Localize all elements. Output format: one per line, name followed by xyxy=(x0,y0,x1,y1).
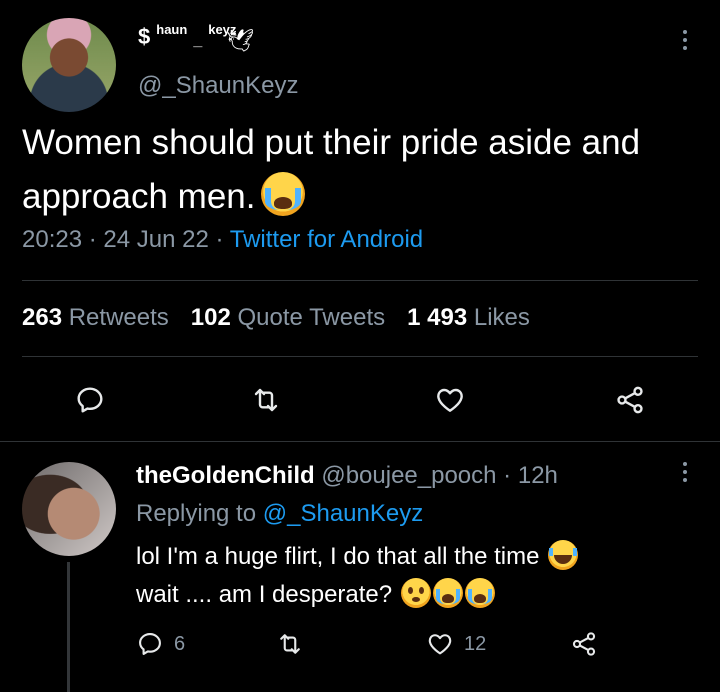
retweets-count: 263 xyxy=(22,304,63,331)
reply-line-1-text: lol I'm a huge flirt, I do that all the … xyxy=(136,543,540,570)
reply-text: lol I'm a huge flirt, I do that all the … xyxy=(136,538,696,614)
reply-author-handle[interactable]: @boujee_pooch xyxy=(321,462,496,489)
more-options-icon[interactable] xyxy=(674,30,696,58)
tweet-actions xyxy=(50,376,678,424)
tweet-source-link[interactable]: Twitter for Android xyxy=(230,226,423,253)
quotes-label: Quote Tweets xyxy=(237,304,386,331)
author-avatar[interactable] xyxy=(22,18,116,112)
like-button[interactable] xyxy=(426,376,474,424)
retweet-icon xyxy=(254,388,278,412)
retweets-label: Retweets xyxy=(68,304,169,331)
reply-icon xyxy=(139,633,161,655)
reply-like-button[interactable]: 12 xyxy=(426,622,486,666)
section-divider xyxy=(0,441,720,442)
tears-of-joy-emoji-icon xyxy=(548,540,579,570)
display-name-underscore: _ xyxy=(193,32,203,49)
display-name-dollar: $ xyxy=(138,24,151,49)
reply-age: 12h xyxy=(517,462,558,489)
reply-icon xyxy=(77,387,103,413)
share-icon xyxy=(617,386,643,414)
meta-separator: · xyxy=(88,226,97,253)
reply-header: theGoldenChild @boujee_pooch · 12h xyxy=(136,462,558,490)
loudly-crying-emoji-icon xyxy=(432,578,463,608)
replying-to: Replying to @_ShaunKeyz xyxy=(136,500,423,528)
likes-count: 1 493 xyxy=(407,304,468,331)
reply-count: 6 xyxy=(174,632,186,655)
divider xyxy=(22,356,698,357)
likes-label: Likes xyxy=(473,304,530,331)
author-handle[interactable]: @_ShaunKeyz xyxy=(138,72,298,100)
loudly-crying-emoji-icon xyxy=(261,172,306,216)
reply-line-2-text: wait .... am I desperate? xyxy=(136,581,393,608)
meta-separator: · xyxy=(215,226,224,253)
reply-author-avatar[interactable] xyxy=(22,462,116,556)
reply-button[interactable] xyxy=(66,376,114,424)
display-name-part: haun xyxy=(156,22,188,37)
reply-line-1: lol I'm a huge flirt, I do that all the … xyxy=(136,538,696,576)
likes-stat[interactable]: 1 493 Likes xyxy=(407,304,530,332)
quote-tweets-stat[interactable]: 102 Quote Tweets xyxy=(191,304,385,332)
reply-author-name[interactable]: theGoldenChild xyxy=(136,462,315,489)
retweet-button[interactable] xyxy=(242,376,290,424)
author-display-name[interactable]: $ haun _ keyz xyxy=(138,22,236,50)
tweet-meta: 20:23 · 24 Jun 22 · Twitter for Android xyxy=(22,226,423,254)
replying-mention-link[interactable]: @_ShaunKeyz xyxy=(263,500,423,527)
reply-retweet-button[interactable] xyxy=(276,622,304,666)
reply-more-options-icon[interactable] xyxy=(674,462,696,490)
tweet-body: Women should put their pride aside and a… xyxy=(22,123,641,216)
tweet-text: Women should put their pride aside and a… xyxy=(22,116,702,224)
replying-prefix: Replying to xyxy=(136,500,257,527)
heart-icon xyxy=(428,634,452,655)
loudly-crying-emoji-icon xyxy=(464,578,495,608)
reply-share-button[interactable] xyxy=(570,622,598,666)
reply-line-2: wait .... am I desperate? xyxy=(136,576,696,614)
flushed-face-emoji-icon xyxy=(400,578,431,608)
header-separator: · xyxy=(503,462,512,489)
retweet-icon xyxy=(280,634,300,654)
tweet-date: 24 Jun 22 xyxy=(103,226,209,253)
reply-actions: 6 12 xyxy=(136,622,616,666)
divider xyxy=(22,280,698,281)
like-count: 12 xyxy=(464,632,487,655)
thread-line xyxy=(67,562,70,692)
retweets-stat[interactable]: 263 Retweets xyxy=(22,304,169,332)
tweet-time: 20:23 xyxy=(22,226,83,253)
dove-emoji-icon: 🕊 xyxy=(226,28,254,53)
quotes-count: 102 xyxy=(190,304,231,331)
heart-icon xyxy=(437,388,463,412)
tweet-stats: 263 Retweets 102 Quote Tweets 1 493 Like… xyxy=(22,304,530,332)
share-icon xyxy=(572,632,596,656)
share-button[interactable] xyxy=(606,376,654,424)
reply-reply-button[interactable]: 6 xyxy=(136,622,185,666)
